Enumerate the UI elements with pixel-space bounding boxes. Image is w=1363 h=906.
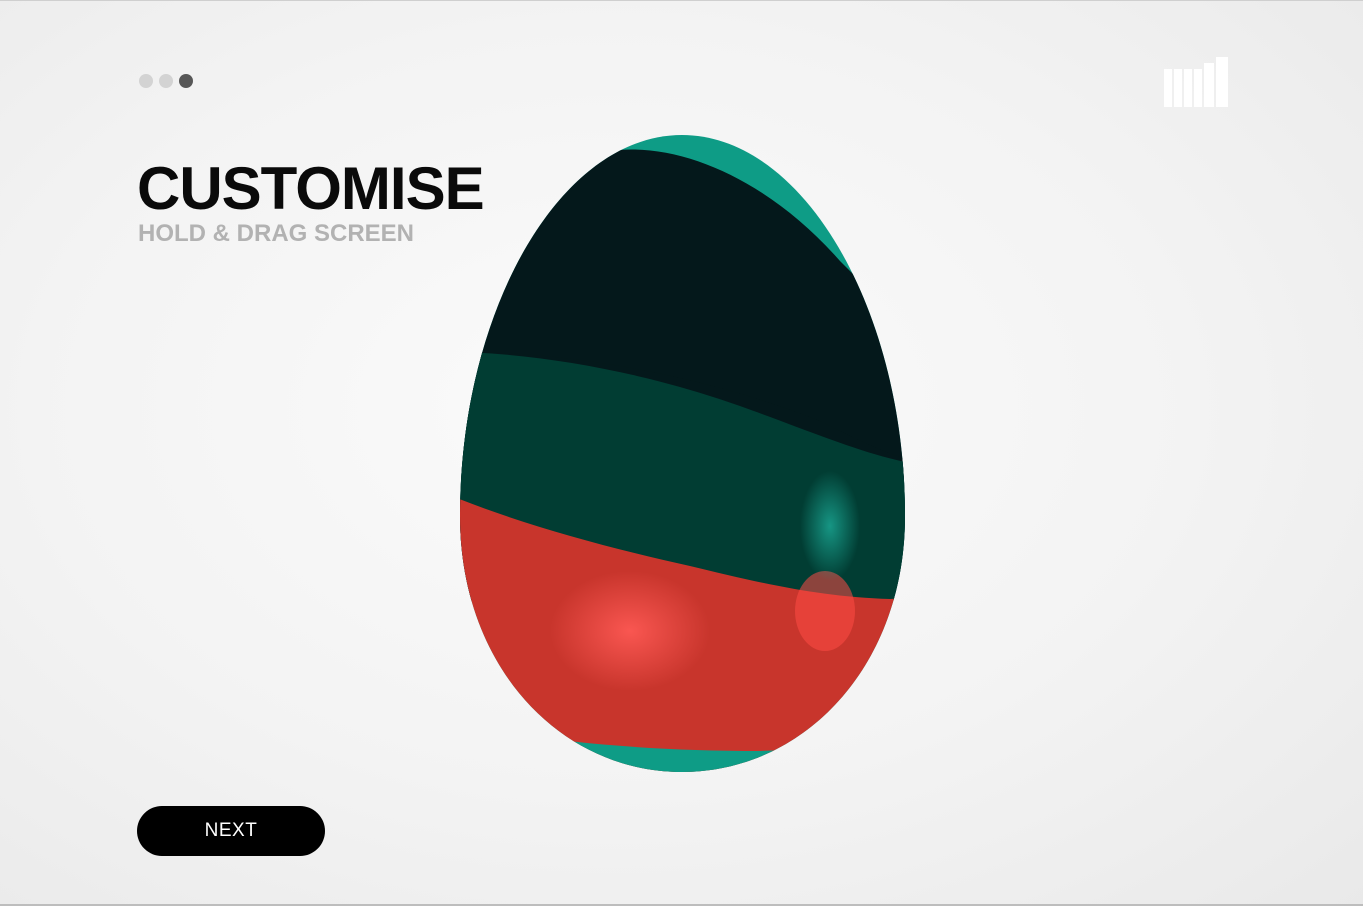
step-dot-3 [179, 74, 193, 88]
next-button[interactable]: NEXT [137, 806, 325, 856]
step-indicator [139, 74, 193, 88]
page-subtitle: HOLD & DRAG SCREEN [138, 220, 415, 247]
egg-teal-highlight [800, 471, 860, 581]
egg-red-highlight [550, 571, 710, 691]
customise-screen[interactable]: CUSTOMISE HOLD & DRAG SCREEN NEXT [0, 0, 1363, 906]
page-title: CUSTOMISE [137, 155, 485, 222]
bar-chart-logo-icon [1164, 57, 1228, 107]
step-dot-1 [139, 74, 153, 88]
egg-3d-viewer[interactable] [440, 121, 930, 791]
step-dot-2 [159, 74, 173, 88]
egg-shape[interactable] [440, 121, 930, 791]
